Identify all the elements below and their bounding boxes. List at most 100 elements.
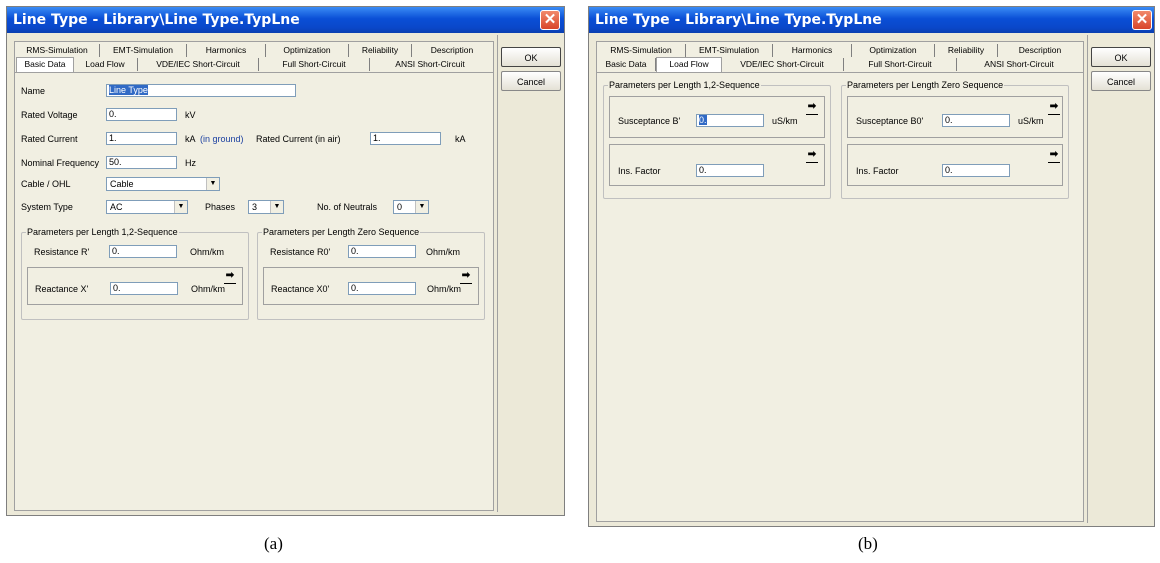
- system-type-label: System Type: [21, 202, 73, 212]
- ok-button[interactable]: OK: [1091, 47, 1151, 67]
- rated-current-unit: kA: [185, 134, 196, 144]
- button-column: OK Cancel: [1087, 35, 1154, 523]
- ins-factor-box: Ins. Factor 0. ➡: [609, 144, 825, 186]
- tab-load-flow[interactable]: Load Flow: [656, 57, 722, 72]
- resistance-r-input[interactable]: 0.: [109, 245, 177, 258]
- tab-basic-data[interactable]: Basic Data: [16, 57, 74, 72]
- reactance-zero-box: Reactance X0' 0. Ohm/km ➡: [263, 267, 479, 305]
- reactance-x-unit: Ohm/km: [191, 284, 226, 294]
- group-title: Parameters per Length 1,2-Sequence: [26, 227, 179, 237]
- caption-b: (b): [858, 534, 878, 553]
- reactance-x-label: Reactance X': [35, 284, 89, 294]
- caption-a: (a): [264, 534, 283, 553]
- resistance-r-unit: Ohm/km: [190, 247, 225, 257]
- ok-button[interactable]: OK: [501, 47, 561, 67]
- chevron-down-icon[interactable]: ▼: [174, 201, 187, 213]
- tab-full-short-circuit[interactable]: Full Short-Circuit: [844, 58, 957, 71]
- tab-reliability[interactable]: Reliability: [935, 44, 998, 57]
- arrow-right-icon[interactable]: ➡: [806, 149, 818, 163]
- load-flow-panel: Parameters per Length 1,2-Sequence Susce…: [597, 72, 1083, 521]
- tab-optimization[interactable]: Optimization: [266, 44, 349, 57]
- cable-ohl-select[interactable]: Cable ▼: [106, 177, 220, 191]
- susceptance-b0-input[interactable]: 0.: [942, 114, 1010, 127]
- tab-reliability[interactable]: Reliability: [349, 44, 412, 57]
- dialog-client: RMS-Simulation EMT-Simulation Harmonics …: [10, 35, 561, 512]
- system-type-select[interactable]: AC ▼: [106, 200, 188, 214]
- neutrals-select[interactable]: 0 ▼: [393, 200, 429, 214]
- reactance-x0-input[interactable]: 0.: [348, 282, 416, 295]
- tab-description[interactable]: Description: [998, 44, 1082, 57]
- reactance-x0-unit: Ohm/km: [427, 284, 462, 294]
- reactance-box: Reactance X' 0. Ohm/km ➡: [27, 267, 243, 305]
- rated-current-input[interactable]: 1.: [106, 132, 177, 145]
- phases-label: Phases: [205, 202, 236, 212]
- ins-factor-zero-box: Ins. Factor 0. ➡: [847, 144, 1063, 186]
- tab-load-flow[interactable]: Load Flow: [73, 58, 138, 71]
- tab-row-2: Basic Data Load Flow VDE/IEC Short-Circu…: [15, 57, 493, 72]
- susceptance-zero-box: Susceptance B0' 0. uS/km ➡: [847, 96, 1063, 138]
- tab-vde-iec-short-circuit[interactable]: VDE/IEC Short-Circuit: [721, 58, 844, 71]
- close-button[interactable]: ✕: [540, 10, 560, 30]
- tab-rms-simulation[interactable]: RMS-Simulation: [15, 44, 100, 57]
- tab-harmonics[interactable]: Harmonics: [187, 44, 266, 57]
- chevron-down-icon[interactable]: ▼: [415, 201, 428, 213]
- tab-basic-data[interactable]: Basic Data: [597, 58, 656, 71]
- arrow-right-icon[interactable]: ➡: [1048, 101, 1060, 115]
- resistance-r0-input[interactable]: 0.: [348, 245, 416, 258]
- tab-control: RMS-Simulation EMT-Simulation Harmonics …: [596, 41, 1084, 522]
- window-title: Line Type - Library\Line Type.TypLne: [13, 12, 300, 28]
- dialog-window-b: Line Type - Library\Line Type.TypLne ✕ R…: [588, 6, 1155, 527]
- resistance-r0-unit: Ohm/km: [426, 247, 461, 257]
- rated-current-air-unit: kA: [455, 134, 466, 144]
- close-button[interactable]: ✕: [1132, 10, 1152, 30]
- rated-voltage-input[interactable]: 0.: [106, 108, 177, 121]
- rated-current-air-input[interactable]: 1.: [370, 132, 441, 145]
- tab-row-2: Basic Data Load Flow VDE/IEC Short-Circu…: [597, 57, 1083, 72]
- name-label: Name: [21, 86, 46, 96]
- tab-ansi-short-circuit[interactable]: ANSI Short-Circuit: [370, 58, 490, 71]
- tab-rms-simulation[interactable]: RMS-Simulation: [597, 44, 686, 57]
- arrow-right-icon[interactable]: ➡: [1048, 149, 1060, 163]
- susceptance-b0-unit: uS/km: [1018, 116, 1044, 126]
- group-title: Parameters per Length 1,2-Sequence: [608, 80, 761, 90]
- susceptance-b-value: 0.: [699, 115, 707, 125]
- chevron-down-icon[interactable]: ▼: [206, 178, 219, 190]
- tab-harmonics[interactable]: Harmonics: [773, 44, 852, 57]
- system-type-value: AC: [110, 202, 123, 212]
- name-input[interactable]: Line Type: [106, 84, 296, 97]
- tab-ansi-short-circuit[interactable]: ANSI Short-Circuit: [957, 58, 1081, 71]
- phases-value: 3: [252, 202, 258, 212]
- tab-full-short-circuit[interactable]: Full Short-Circuit: [259, 58, 370, 71]
- tab-optimization[interactable]: Optimization: [852, 44, 935, 57]
- ins-factor-label: Ins. Factor: [618, 166, 661, 176]
- tab-vde-iec-short-circuit[interactable]: VDE/IEC Short-Circuit: [138, 58, 259, 71]
- rated-current-label: Rated Current: [21, 134, 78, 144]
- cancel-button[interactable]: Cancel: [501, 71, 561, 91]
- nominal-frequency-input[interactable]: 50.: [106, 156, 177, 169]
- ins-factor0-input[interactable]: 0.: [942, 164, 1010, 177]
- arrow-right-icon[interactable]: ➡: [460, 270, 472, 284]
- tab-emt-simulation[interactable]: EMT-Simulation: [686, 44, 773, 57]
- neutrals-value: 0: [397, 202, 403, 212]
- reactance-x-input[interactable]: 0.: [110, 282, 178, 295]
- arrow-right-icon[interactable]: ➡: [806, 101, 818, 115]
- group-zero-sequence: Parameters per Length Zero Sequence Resi…: [257, 227, 485, 320]
- window-title: Line Type - Library\Line Type.TypLne: [595, 12, 882, 28]
- tab-emt-simulation[interactable]: EMT-Simulation: [100, 44, 187, 57]
- phases-select[interactable]: 3 ▼: [248, 200, 284, 214]
- group-title: Parameters per Length Zero Sequence: [262, 227, 421, 237]
- ins-factor-input[interactable]: 0.: [696, 164, 764, 177]
- susceptance-b-input[interactable]: 0.: [696, 114, 764, 127]
- dialog-client: RMS-Simulation EMT-Simulation Harmonics …: [592, 35, 1151, 523]
- title-bar[interactable]: Line Type - Library\Line Type.TypLne: [7, 7, 564, 33]
- group-positive-sequence: Parameters per Length 1,2-Sequence Resis…: [21, 227, 249, 320]
- neutrals-label: No. of Neutrals: [317, 202, 378, 212]
- group-zero-sequence: Parameters per Length Zero Sequence Susc…: [841, 80, 1069, 199]
- title-bar[interactable]: Line Type - Library\Line Type.TypLne: [589, 7, 1154, 33]
- cancel-button[interactable]: Cancel: [1091, 71, 1151, 91]
- cable-ohl-label: Cable / OHL: [21, 179, 71, 189]
- chevron-down-icon[interactable]: ▼: [270, 201, 283, 213]
- arrow-right-icon[interactable]: ➡: [224, 270, 236, 284]
- susceptance-box: Susceptance B' 0. uS/km ➡: [609, 96, 825, 138]
- tab-description[interactable]: Description: [412, 44, 492, 57]
